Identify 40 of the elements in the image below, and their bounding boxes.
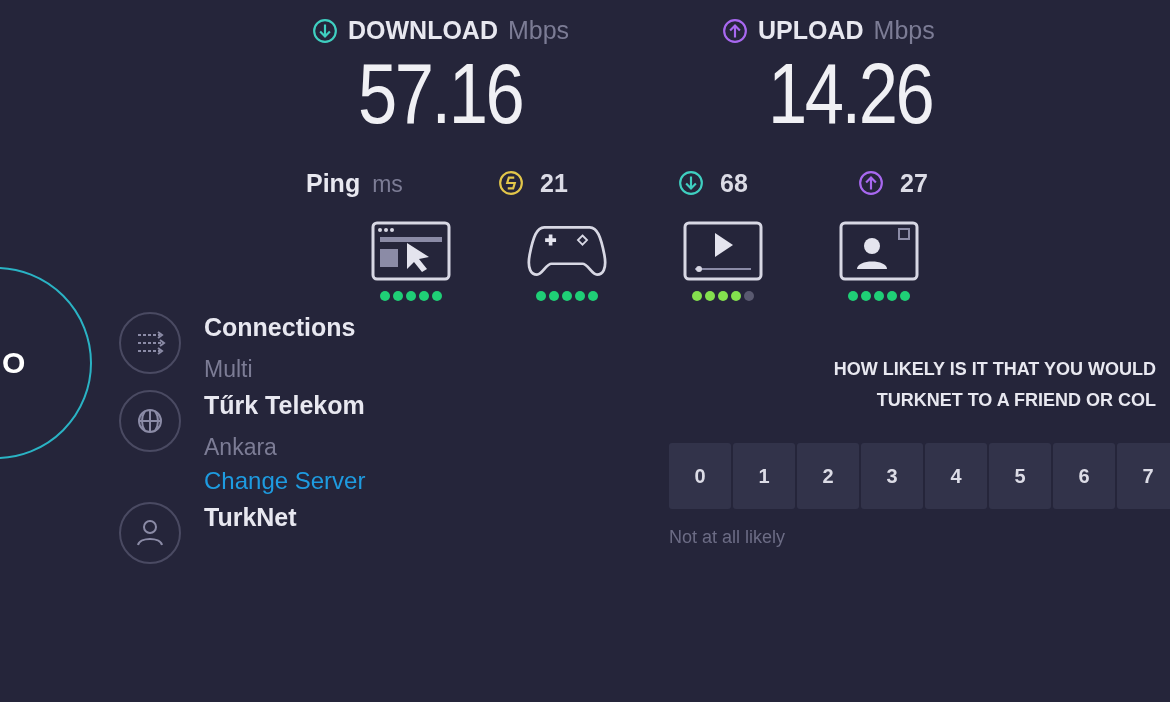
change-server-link[interactable]: Change Server — [204, 467, 366, 495]
unit-label: Mbps — [508, 16, 570, 45]
ping-value: 27 — [900, 168, 928, 198]
result-label: UPLOAD — [758, 16, 864, 45]
survey-question: HOW LIKELY IS IT THAT YOU WOULD — [833, 359, 1156, 380]
latency-icon — [678, 170, 704, 196]
detail-title: Tűrk Telekom — [204, 391, 366, 420]
unit-label: Mbps — [873, 16, 935, 45]
rating-option[interactable]: 3 — [861, 443, 923, 509]
latency-icon — [498, 170, 524, 196]
speed-value: 57.16 — [358, 45, 524, 141]
browser-cursor-icon — [370, 221, 452, 281]
scale-low-label: Not at all likely — [669, 527, 787, 548]
detail-subtitle: Multi — [204, 356, 254, 383]
rating-option[interactable]: 7 — [1117, 443, 1170, 509]
speed-value: 14.26 — [768, 45, 934, 141]
detail-icon — [118, 389, 182, 453]
rating-option[interactable]: 1 — [733, 443, 795, 509]
arrow-circle-icon — [722, 17, 748, 44]
rating-option[interactable]: 6 — [1053, 443, 1115, 509]
arrow-circle-icon — [312, 17, 338, 44]
unit-label: ms — [372, 170, 403, 198]
ping-value: 21 — [540, 168, 568, 198]
detail-title: TurkNet — [204, 503, 297, 532]
video-call-icon — [838, 221, 920, 281]
detail-icon — [118, 311, 182, 375]
detail-icon — [118, 501, 182, 565]
video-player-icon — [682, 221, 764, 281]
rating-option[interactable]: 4 — [925, 443, 987, 509]
rating-option[interactable]: 5 — [989, 443, 1051, 509]
detail-title: Connections — [204, 313, 356, 342]
detail-subtitle: Ankara — [204, 434, 278, 461]
rating-option[interactable]: 0 — [669, 443, 731, 509]
go-button[interactable]: O — [0, 267, 92, 459]
latency-icon — [858, 170, 884, 196]
ping-label: Ping — [306, 168, 361, 198]
result-label: DOWNLOAD — [348, 16, 498, 45]
ping-value: 68 — [720, 168, 748, 198]
survey-question: TURKNET TO A FRIEND OR COL — [876, 390, 1156, 411]
rating-option[interactable]: 2 — [797, 443, 859, 509]
